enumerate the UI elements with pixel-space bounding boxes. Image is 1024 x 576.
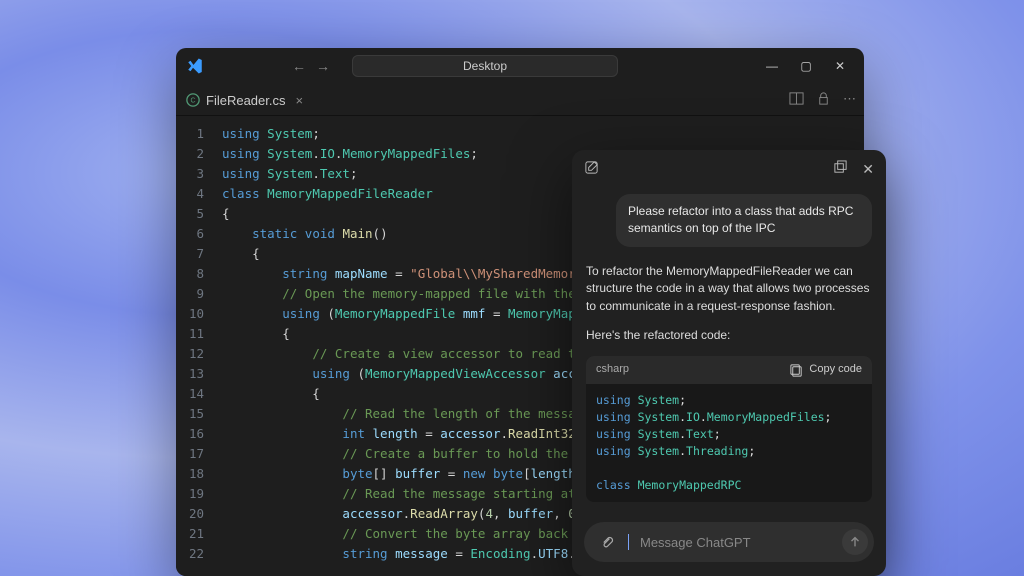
copy-code-label: Copy code: [809, 362, 862, 378]
split-editor-icon[interactable]: [789, 91, 804, 109]
chat-header: ✕: [572, 150, 886, 188]
chat-input-bar: [584, 522, 874, 562]
titlebar: ← → Desktop — ▢ ✕: [176, 48, 864, 84]
nav-arrows: ← →: [292, 58, 330, 74]
popout-icon[interactable]: [833, 160, 848, 178]
chat-close-icon[interactable]: ✕: [862, 161, 874, 178]
tab-filereader[interactable]: C FileReader.cs ×: [176, 84, 313, 115]
new-chat-icon[interactable]: [584, 160, 599, 178]
nav-forward-icon[interactable]: →: [316, 58, 330, 74]
vscode-logo-icon: [186, 57, 204, 75]
user-message: Please refactor into a class that adds R…: [616, 194, 872, 247]
tab-close-icon[interactable]: ×: [295, 93, 303, 108]
code-block-header: csharp Copy code: [586, 356, 872, 384]
csharp-file-icon: C: [186, 93, 200, 107]
chat-input[interactable]: [640, 535, 834, 550]
line-gutter: 12345678910111213141516171819202122: [176, 116, 214, 576]
copy-code-button[interactable]: Copy code: [789, 362, 862, 378]
svg-text:C: C: [190, 98, 195, 105]
more-icon[interactable]: ⋯: [843, 91, 856, 109]
lock-icon[interactable]: [816, 91, 831, 109]
code-block-content: using System; using System.IO.MemoryMapp…: [586, 384, 872, 502]
chat-body: Please refactor into a class that adds R…: [572, 188, 886, 512]
close-icon[interactable]: ✕: [832, 59, 848, 73]
send-button[interactable]: [842, 529, 868, 555]
tab-bar: C FileReader.cs × ⋯: [176, 84, 864, 116]
tab-filename: FileReader.cs: [206, 93, 285, 108]
assistant-paragraph: To refactor the MemoryMappedFileReader w…: [586, 263, 872, 315]
maximize-icon[interactable]: ▢: [798, 59, 814, 73]
attach-icon[interactable]: [594, 529, 620, 555]
minimize-icon[interactable]: —: [764, 59, 780, 73]
assistant-paragraph: Here's the refactored code:: [586, 327, 872, 344]
breadcrumb[interactable]: Desktop: [352, 55, 618, 77]
window-controls: — ▢ ✕: [764, 59, 854, 73]
nav-back-icon[interactable]: ←: [292, 58, 306, 74]
chat-window: ✕ Please refactor into a class that adds…: [572, 150, 886, 576]
code-block: csharp Copy code using System; using Sys…: [586, 356, 872, 502]
code-lang-label: csharp: [596, 362, 629, 378]
input-caret: [628, 534, 629, 550]
tab-actions: ⋯: [789, 91, 856, 109]
